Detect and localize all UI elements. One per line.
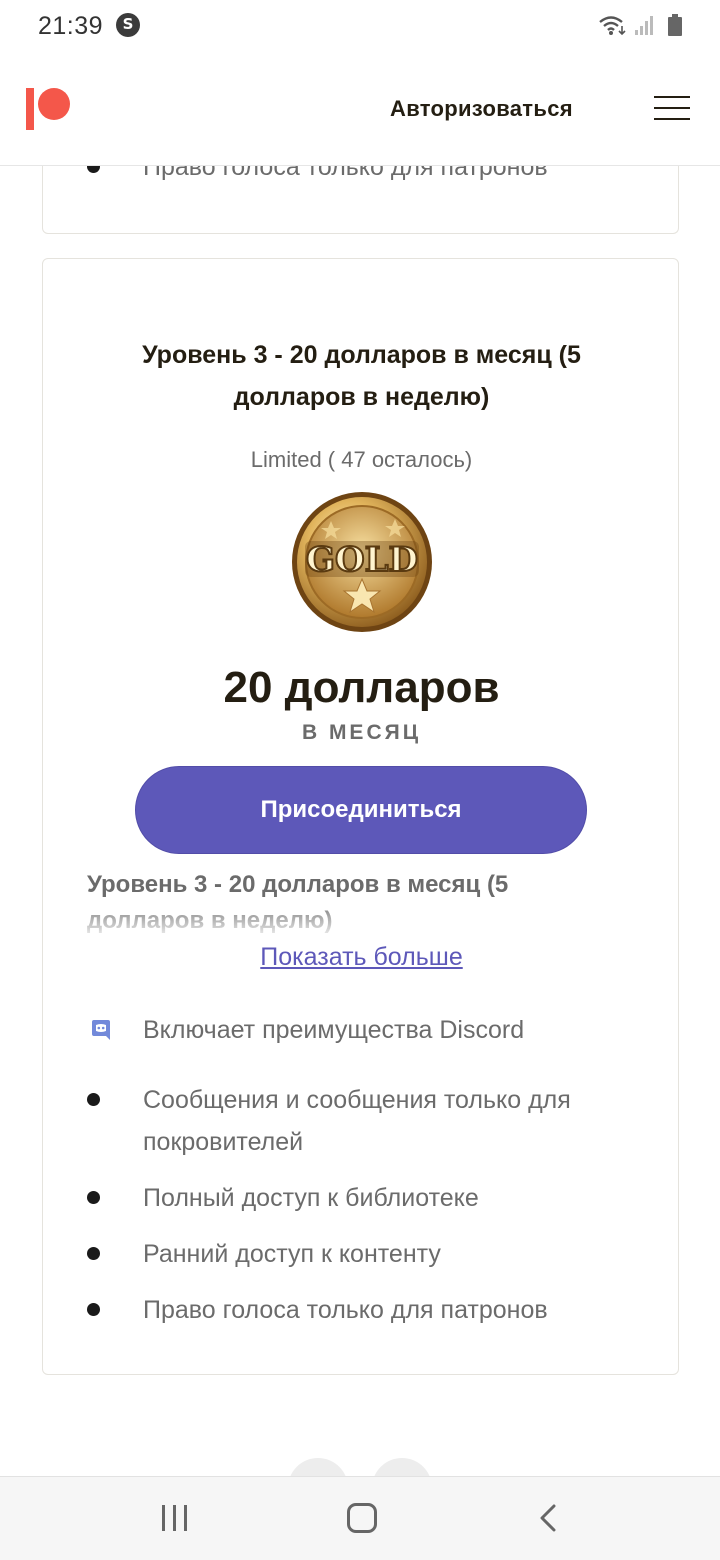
tier-period: В МЕСЯЦ xyxy=(301,721,422,744)
hamburger-menu-icon[interactable] xyxy=(654,96,690,122)
status-bar: 21:39 xyxy=(0,0,720,52)
join-button[interactable]: Присоединиться xyxy=(135,766,587,854)
top-header: Авторизоваться xyxy=(0,52,720,166)
recent-apps-icon[interactable] xyxy=(160,1505,190,1531)
back-icon[interactable] xyxy=(538,1503,558,1533)
gold-coin-image: GOLD xyxy=(292,492,432,632)
logo-circle xyxy=(38,88,70,120)
benefit-item: Ранний доступ к контенту xyxy=(143,1240,441,1268)
battery-icon xyxy=(668,14,682,36)
status-time: 21:39 xyxy=(38,12,104,40)
tier-card: Уровень 3 - 20 долларов в месяц (5 долла… xyxy=(42,258,679,1375)
bullet-dot xyxy=(87,1247,100,1260)
description-fade xyxy=(87,899,647,939)
logo-bar xyxy=(26,88,34,130)
gold-coin-label: GOLD xyxy=(306,540,418,580)
bullet-dot xyxy=(87,1303,100,1316)
tier-price: 20 долларов xyxy=(223,663,500,712)
bullet-dot xyxy=(87,1093,100,1106)
benefit-item: Право голоса только для патронов xyxy=(143,1296,548,1324)
shazam-icon xyxy=(116,13,140,37)
discord-benefit: Включает преимущества Discord xyxy=(143,1016,525,1044)
show-more-link[interactable]: Показать больше xyxy=(43,943,680,972)
benefit-item: Полный доступ к библиотеке xyxy=(143,1184,479,1212)
wifi-icon xyxy=(599,16,626,36)
benefit-item: Сообщения и сообщения только для покрови… xyxy=(143,1086,571,1156)
tier-limited-text: Limited ( 47 осталось) xyxy=(250,447,473,472)
home-icon[interactable] xyxy=(347,1503,377,1533)
patreon-logo[interactable] xyxy=(26,88,72,130)
login-link[interactable]: Авторизоваться xyxy=(390,96,573,122)
system-nav-bar xyxy=(0,1476,720,1560)
signal-icon xyxy=(635,16,653,35)
bullet-dot xyxy=(87,1191,100,1204)
discord-icon xyxy=(92,1020,110,1040)
tier-title: Уровень 3 - 20 долларов в месяц (5 долла… xyxy=(142,341,581,411)
